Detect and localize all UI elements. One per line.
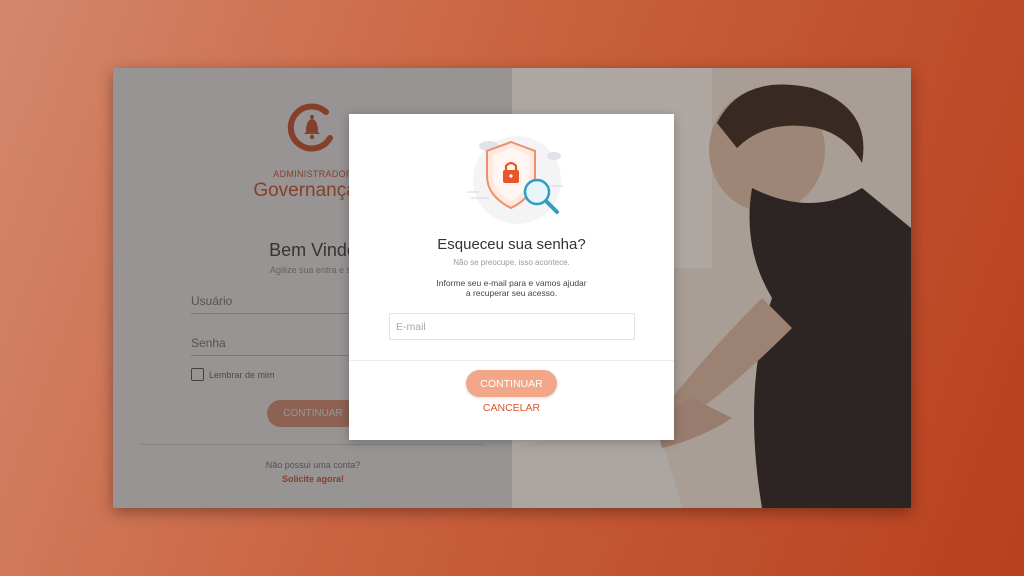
shield-lock-magnifier-icon bbox=[467, 136, 563, 224]
modal-subtitle: Não se preocupe, isso acontece. bbox=[453, 258, 570, 267]
modal-cancel-button[interactable]: CANCELAR bbox=[461, 402, 562, 414]
modal-continue-button[interactable]: CONTINUAR bbox=[466, 370, 557, 397]
modal-title: Esqueceu sua senha? bbox=[437, 236, 586, 253]
email-input[interactable] bbox=[389, 313, 635, 340]
modal-divider bbox=[349, 360, 674, 361]
forgot-password-modal: Esqueceu sua senha? Não se preocupe, iss… bbox=[349, 114, 674, 440]
modal-info: Informe seu e-mail para e vamos ajudar a… bbox=[411, 278, 612, 298]
modal-info-line-1: Informe seu e-mail para e vamos ajudar bbox=[436, 278, 587, 288]
modal-info-line-2: a recuperar seu acesso. bbox=[465, 288, 558, 298]
